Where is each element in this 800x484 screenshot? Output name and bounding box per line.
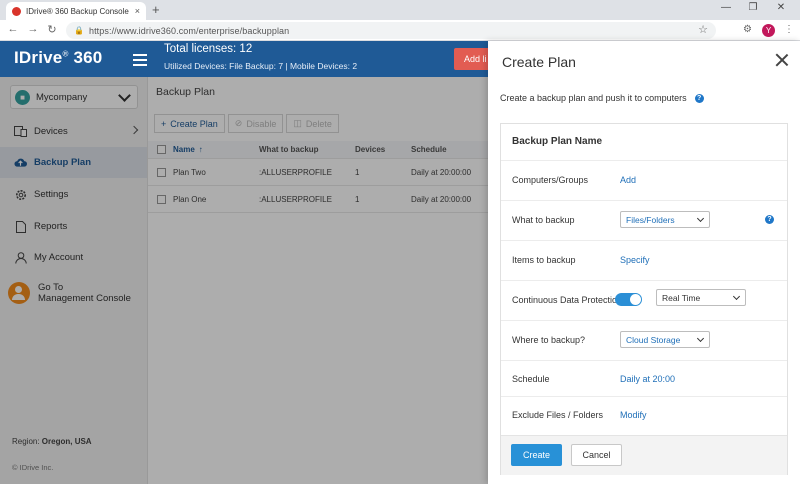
where-to-backup-label: Where to backup?: [512, 335, 586, 345]
profile-avatar[interactable]: Y: [762, 24, 775, 37]
create-button[interactable]: Create: [511, 444, 562, 466]
browser-tab-title: IDrive® 360 Backup Console for: [26, 6, 131, 16]
row-exclude: Exclude Files / Folders Modify: [501, 396, 787, 435]
drawer-subtitle: Create a backup plan and push it to comp…: [500, 93, 704, 103]
extensions-icon[interactable]: ⚙: [743, 24, 752, 35]
browser-menu-icon[interactable]: ⋮: [784, 24, 794, 35]
toggle-knob: [630, 294, 641, 305]
forward-icon[interactable]: →: [26, 23, 40, 35]
computers-label: Computers/Groups: [512, 175, 589, 185]
chevron-down-icon: [696, 334, 705, 343]
address-bar: ← → ↻ 🔒 https://www.idrive360.com/enterp…: [0, 20, 800, 41]
drawer-footer: Create Cancel: [501, 435, 787, 475]
chevron-down-icon: [696, 214, 705, 223]
help-icon[interactable]: ?: [694, 93, 704, 103]
maximize-icon[interactable]: ❐: [741, 2, 765, 13]
idrive-logo[interactable]: IDrive® 360: [14, 48, 102, 68]
row-computers-groups: Computers/Groups Add: [501, 160, 787, 200]
exclude-label: Exclude Files / Folders: [512, 410, 604, 420]
utilized-devices: Utilized Devices: File Backup: 7 | Mobil…: [164, 61, 358, 71]
where-to-backup-select[interactable]: Cloud Storage: [620, 331, 710, 348]
browser-tab[interactable]: IDrive® 360 Backup Console for ×: [6, 2, 146, 20]
close-icon[interactable]: [775, 53, 789, 67]
modal-backdrop[interactable]: [0, 77, 488, 484]
lock-icon: 🔒: [74, 26, 84, 35]
schedule-link[interactable]: Daily at 20:00: [620, 374, 675, 384]
row-where-to-backup: Where to backup? Cloud Storage: [501, 320, 787, 360]
where-to-backup-value: Cloud Storage: [626, 334, 681, 345]
drawer-title: Create Plan: [502, 54, 576, 70]
modify-exclude-link[interactable]: Modify: [620, 410, 647, 420]
logo-number: 360: [68, 48, 103, 67]
cdp-frequency-select[interactable]: Real Time: [656, 289, 746, 306]
cdp-label: Continuous Data Protection: [512, 295, 623, 305]
plan-form: Backup Plan Name Computers/Groups Add Wh…: [500, 123, 788, 475]
url-text: https://www.idrive360.com/enterprise/bac…: [88, 25, 290, 36]
bookmark-star-icon[interactable]: ☆: [698, 23, 708, 36]
back-icon[interactable]: ←: [6, 23, 20, 35]
url-field[interactable]: 🔒 https://www.idrive360.com/enterprise/b…: [66, 22, 716, 39]
schedule-label: Schedule: [512, 374, 550, 384]
hamburger-menu-icon[interactable]: [133, 54, 147, 69]
what-to-backup-value: Files/Folders: [626, 214, 675, 225]
create-plan-drawer: Create Plan Create a backup plan and pus…: [488, 41, 800, 484]
new-tab-button[interactable]: +: [152, 3, 160, 17]
what-to-backup-label: What to backup: [512, 215, 575, 225]
row-items-to-backup: Items to backup Specify: [501, 240, 787, 280]
backup-plan-name-field[interactable]: Backup Plan Name: [512, 136, 602, 147]
row-what-to-backup: What to backup Files/Folders ?: [501, 200, 787, 240]
items-to-backup-label: Items to backup: [512, 255, 576, 265]
chevron-down-icon: [732, 292, 741, 301]
add-computers-link[interactable]: Add: [620, 175, 636, 185]
window-close-icon[interactable]: ✕: [769, 2, 793, 13]
cancel-button[interactable]: Cancel: [571, 444, 622, 466]
tab-close-icon[interactable]: ×: [135, 6, 140, 16]
cdp-frequency-value: Real Time: [662, 292, 701, 303]
help-icon[interactable]: ?: [765, 215, 774, 224]
row-continuous-data-protection: Continuous Data Protection Real Time: [501, 280, 787, 320]
total-licenses: Total licenses: 12: [164, 43, 253, 55]
idrive-favicon-icon: [12, 6, 21, 16]
drawer-subtitle-text: Create a backup plan and push it to comp…: [500, 93, 687, 103]
logo-text: IDrive: [14, 48, 63, 67]
minimize-icon[interactable]: —: [714, 2, 738, 13]
what-to-backup-select[interactable]: Files/Folders: [620, 211, 710, 228]
row-schedule: Schedule Daily at 20:00: [501, 360, 787, 396]
cdp-toggle[interactable]: [615, 293, 642, 306]
specify-items-link[interactable]: Specify: [620, 255, 650, 265]
reload-icon[interactable]: ↻: [45, 23, 59, 36]
